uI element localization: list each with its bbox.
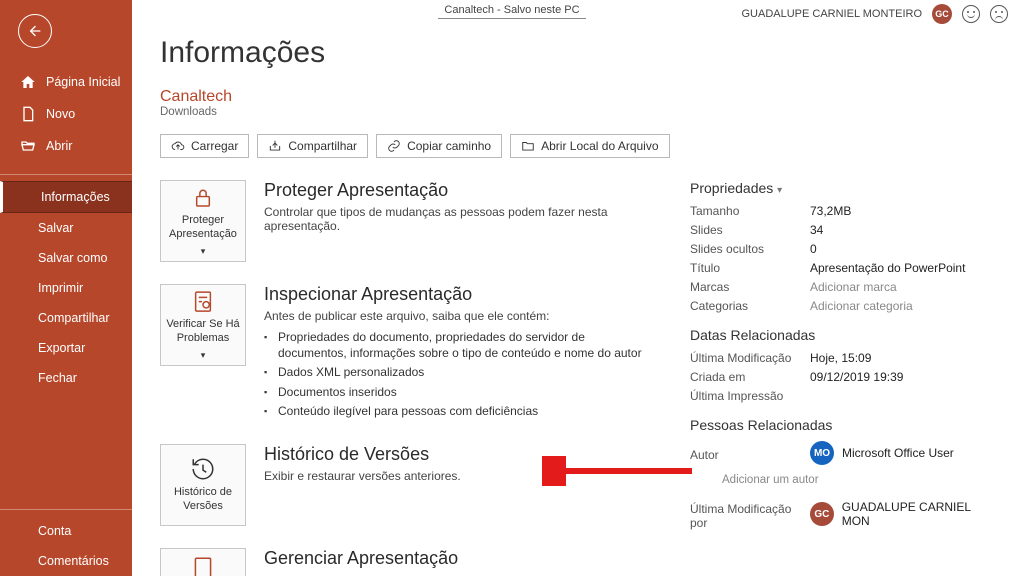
protect-presentation-button[interactable]: Proteger Apresentação▾ [160,180,246,262]
related-people-heading: Pessoas Relacionadas [690,417,1000,433]
sidebar-item-label: Página Inicial [46,75,120,89]
prop-key: Categorias [690,299,810,313]
sidebar-item-info[interactable]: Informações [0,181,132,213]
add-category[interactable]: Adicionar categoria [810,299,1000,313]
manage-heading: Gerenciar Apresentação [264,548,458,569]
prop-key: Última Modificação por [690,502,810,530]
arrow-left-icon [27,23,43,39]
sidebar-item-label: Informações [41,190,110,204]
author-name: Microsoft Office User [842,446,954,460]
lastmodby-name: GUADALUPE CARNIEL MON [842,500,1000,528]
sidebar-item-save[interactable]: Salvar [0,213,132,243]
sidebar-item-label: Comentários [38,554,109,568]
sidebar-item-saveas[interactable]: Salvar como [0,243,132,273]
file-path[interactable]: Downloads [160,106,1000,118]
prop-key: Slides [690,223,810,237]
sidebar-item-label: Novo [46,107,75,121]
cloud-upload-icon [171,139,185,153]
sidebar-item-feedback[interactable]: Comentários [0,546,132,576]
lock-icon [190,185,216,210]
inspect-icon [190,289,216,314]
prop-key: Tamanho [690,204,810,218]
inspect-item: Documentos inseridos [278,384,654,400]
prop-key: Marcas [690,280,810,294]
button-label: Compartilhar [288,139,357,153]
link-icon [387,139,401,153]
prop-key: Slides ocultos [690,242,810,256]
backstage-sidebar: Página Inicial Novo Abrir Informações Sa… [0,0,132,576]
sidebar-item-print[interactable]: Imprimir [0,273,132,303]
add-author[interactable]: Adicionar um autor [722,474,1000,486]
sidebar-item-close[interactable]: Fechar [0,363,132,393]
sidebar-item-share[interactable]: Compartilhar [0,303,132,333]
folder-icon [521,139,535,153]
inspect-desc: Antes de publicar este arquivo, saiba qu… [264,309,654,323]
prop-key: Autor [690,448,810,462]
related-dates-heading: Datas Relacionadas [690,327,1000,343]
button-label: Verificar Se Há Problemas [165,318,241,346]
manage-presentation-button[interactable] [160,548,246,576]
add-tag[interactable]: Adicionar marca [810,280,1000,294]
sidebar-item-label: Salvar [38,221,73,235]
copy-path-button[interactable]: Copiar caminho [376,134,502,158]
protect-desc: Controlar que tipos de mudanças as pesso… [264,205,654,233]
history-heading: Histórico de Versões [264,444,461,465]
sidebar-item-label: Conta [38,524,71,538]
inspect-item: Dados XML personalizados [278,364,654,380]
check-issues-button[interactable]: Verificar Se Há Problemas▾ [160,284,246,366]
button-label: Abrir Local do Arquivo [541,139,658,153]
prop-key: Criada em [690,370,810,384]
sidebar-item-open[interactable]: Abrir [0,130,132,162]
button-label: Proteger Apresentação [165,214,241,242]
lastmodby-avatar: GC [810,502,834,526]
share-icon [268,139,282,153]
prop-key: Última Modificação [690,351,810,365]
author-avatar: MO [810,441,834,465]
file-name[interactable]: Canaltech [160,88,1000,106]
sidebar-item-export[interactable]: Exportar [0,333,132,363]
share-button[interactable]: Compartilhar [257,134,368,158]
protect-heading: Proteger Apresentação [264,180,654,201]
button-label: Copiar caminho [407,139,491,153]
lastmodby-person[interactable]: GC GUADALUPE CARNIEL MON [810,500,1000,528]
prop-value: 34 [810,223,1000,237]
prop-value: 09/12/2019 19:39 [810,370,1000,384]
sidebar-item-new[interactable]: Novo [0,98,132,130]
prop-key: Última Impressão [690,389,810,403]
sidebar-item-account[interactable]: Conta [0,516,132,546]
sidebar-item-label: Exportar [38,341,85,355]
button-label: Histórico de Versões [165,486,241,514]
new-file-icon [20,106,36,122]
version-history-button[interactable]: Histórico de Versões [160,444,246,526]
history-desc: Exibir e restaurar versões anteriores. [264,469,461,483]
author-person[interactable]: MO Microsoft Office User [810,441,1000,465]
inspect-item: Conteúdo ilegível para pessoas com defic… [278,403,654,419]
chevron-down-icon: ▾ [777,185,782,196]
prop-value: 73,2MB [810,204,1000,218]
prop-value: Hoje, 15:09 [810,351,1000,365]
prop-value[interactable]: Apresentação do PowerPoint [810,261,1000,275]
sidebar-item-label: Imprimir [38,281,83,295]
home-icon [20,74,36,90]
page-heading: Informações [160,36,1000,70]
sidebar-item-home[interactable]: Página Inicial [0,66,132,98]
back-button[interactable] [18,14,52,48]
history-icon [190,456,216,482]
upload-button[interactable]: Carregar [160,134,249,158]
folder-open-icon [20,138,36,154]
prop-value [810,389,1000,403]
main-content: Informações Canaltech Downloads Carregar… [132,0,1024,576]
open-location-button[interactable]: Abrir Local do Arquivo [510,134,669,158]
sidebar-item-label: Fechar [38,371,77,385]
prop-value: 0 [810,242,1000,256]
sidebar-item-label: Salvar como [38,251,107,265]
inspect-item: Propriedades do documento, propriedades … [278,329,654,361]
manage-icon [190,555,216,576]
sidebar-item-label: Abrir [46,139,72,153]
properties-heading[interactable]: Propriedades ▾ [690,180,1000,196]
button-label: Carregar [191,139,238,153]
inspect-heading: Inspecionar Apresentação [264,284,654,305]
prop-key: Título [690,261,810,275]
sidebar-item-label: Compartilhar [38,311,110,325]
